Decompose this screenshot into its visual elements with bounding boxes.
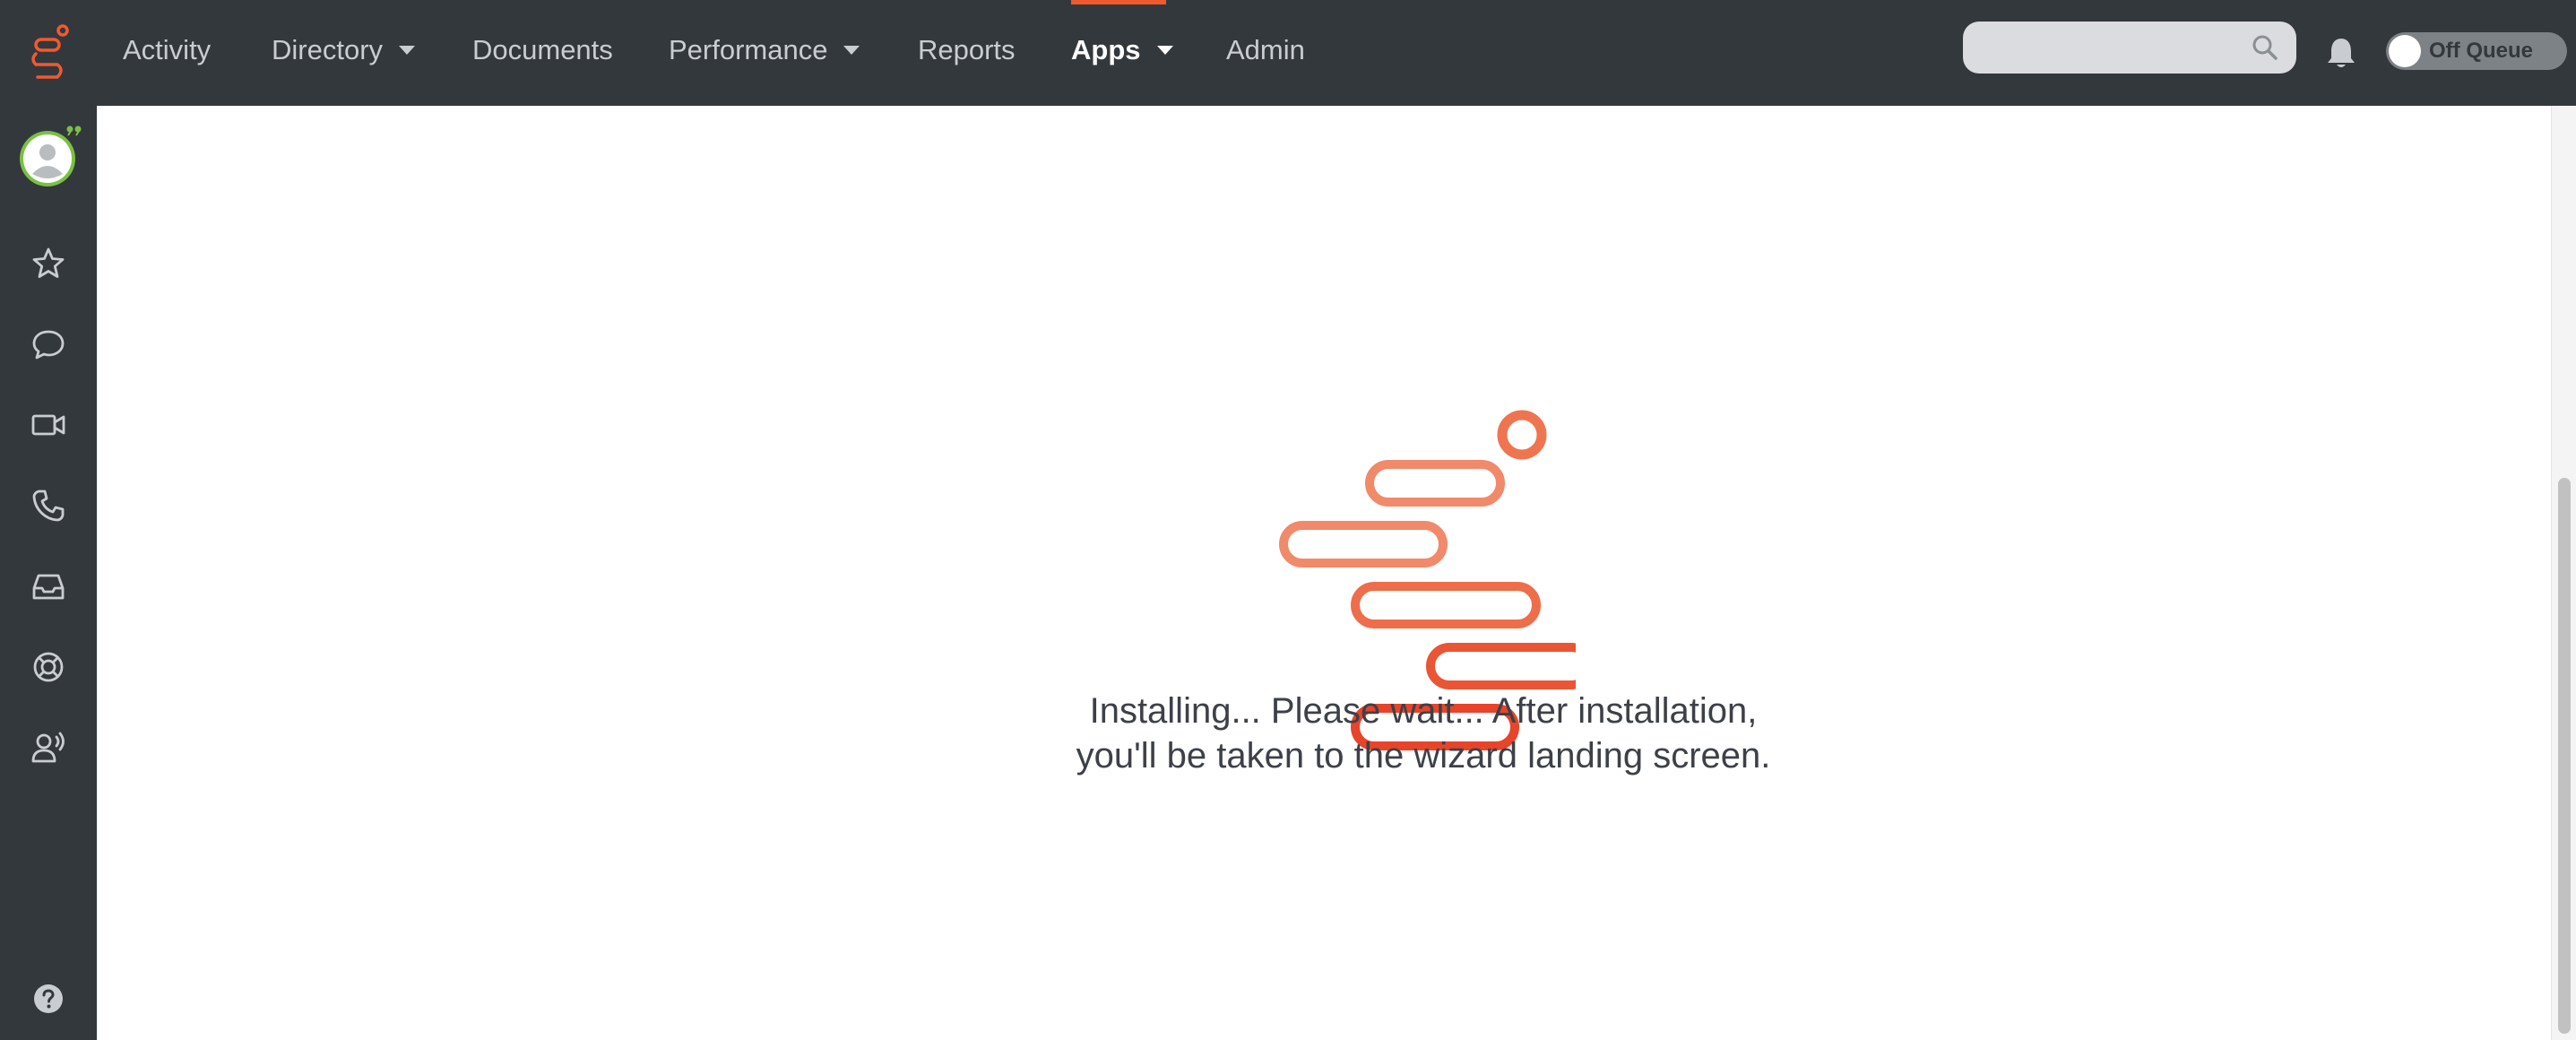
phone-icon — [32, 490, 65, 522]
nav-documents-label: Documents — [472, 34, 613, 65]
queue-status-label: Off Queue — [2429, 39, 2534, 63]
installing-message: Installing... Please wait... After insta… — [841, 689, 2006, 778]
search-icon[interactable] — [2252, 34, 2278, 61]
nav-reports[interactable]: Reports — [918, 0, 1016, 100]
nav-apps-label: Apps — [1071, 34, 1141, 65]
bell-icon[interactable] — [2326, 36, 2356, 70]
chevron-down-icon — [399, 46, 416, 55]
chat-icon — [32, 330, 65, 360]
search-input[interactable] — [1963, 22, 2296, 74]
chevron-down-icon — [1156, 46, 1173, 55]
main-content: Installing... Please wait... After insta… — [97, 106, 2551, 1040]
genesys-logo-icon[interactable] — [27, 23, 73, 82]
toggle-knob — [2389, 35, 2421, 67]
star-icon — [32, 247, 65, 278]
nav-performance-label: Performance — [669, 34, 828, 65]
inbox-button[interactable] — [27, 565, 70, 608]
avatar[interactable] — [20, 131, 75, 186]
vertical-scrollbar[interactable] — [2551, 106, 2576, 1040]
queue-status-toggle[interactable]: Off Queue — [2386, 32, 2567, 70]
presence-quote-icon — [66, 126, 82, 136]
nav-admin-label: Admin — [1226, 34, 1305, 65]
support-icon — [33, 652, 64, 682]
video-button[interactable] — [27, 403, 70, 446]
nav-reports-label: Reports — [918, 34, 1016, 65]
favorites-button[interactable] — [27, 242, 70, 285]
agent-voice-icon — [31, 732, 65, 763]
nav-directory-label: Directory — [272, 34, 384, 65]
agent-voice-button[interactable] — [27, 726, 70, 769]
phone-button[interactable] — [27, 484, 70, 527]
chevron-down-icon — [843, 46, 860, 55]
nav-documents[interactable]: Documents — [472, 0, 613, 100]
inbox-icon — [32, 574, 65, 600]
video-icon — [31, 414, 65, 436]
chat-button[interactable] — [27, 323, 70, 366]
installing-message-line1: Installing... Please wait... After insta… — [1089, 691, 1758, 731]
nav-performance[interactable]: Performance — [669, 0, 860, 100]
nav-directory[interactable]: Directory — [272, 0, 416, 100]
scrollbar-thumb[interactable] — [2558, 478, 2571, 1034]
user-avatar-icon — [23, 134, 72, 183]
nav-apps[interactable]: Apps — [1071, 0, 1173, 100]
help-icon — [34, 984, 63, 1013]
nav-activity-label: Activity — [123, 34, 212, 65]
help-button[interactable] — [27, 977, 70, 1020]
nav-activity[interactable]: Activity — [123, 0, 211, 100]
installing-message-line2: you'll be taken to the wizard landing sc… — [1076, 736, 1771, 776]
support-button[interactable] — [27, 646, 70, 689]
top-navigation-bar: Activity Directory Documents Performance… — [0, 0, 2576, 106]
nav-admin[interactable]: Admin — [1226, 0, 1305, 100]
left-sidebar — [0, 106, 97, 1040]
